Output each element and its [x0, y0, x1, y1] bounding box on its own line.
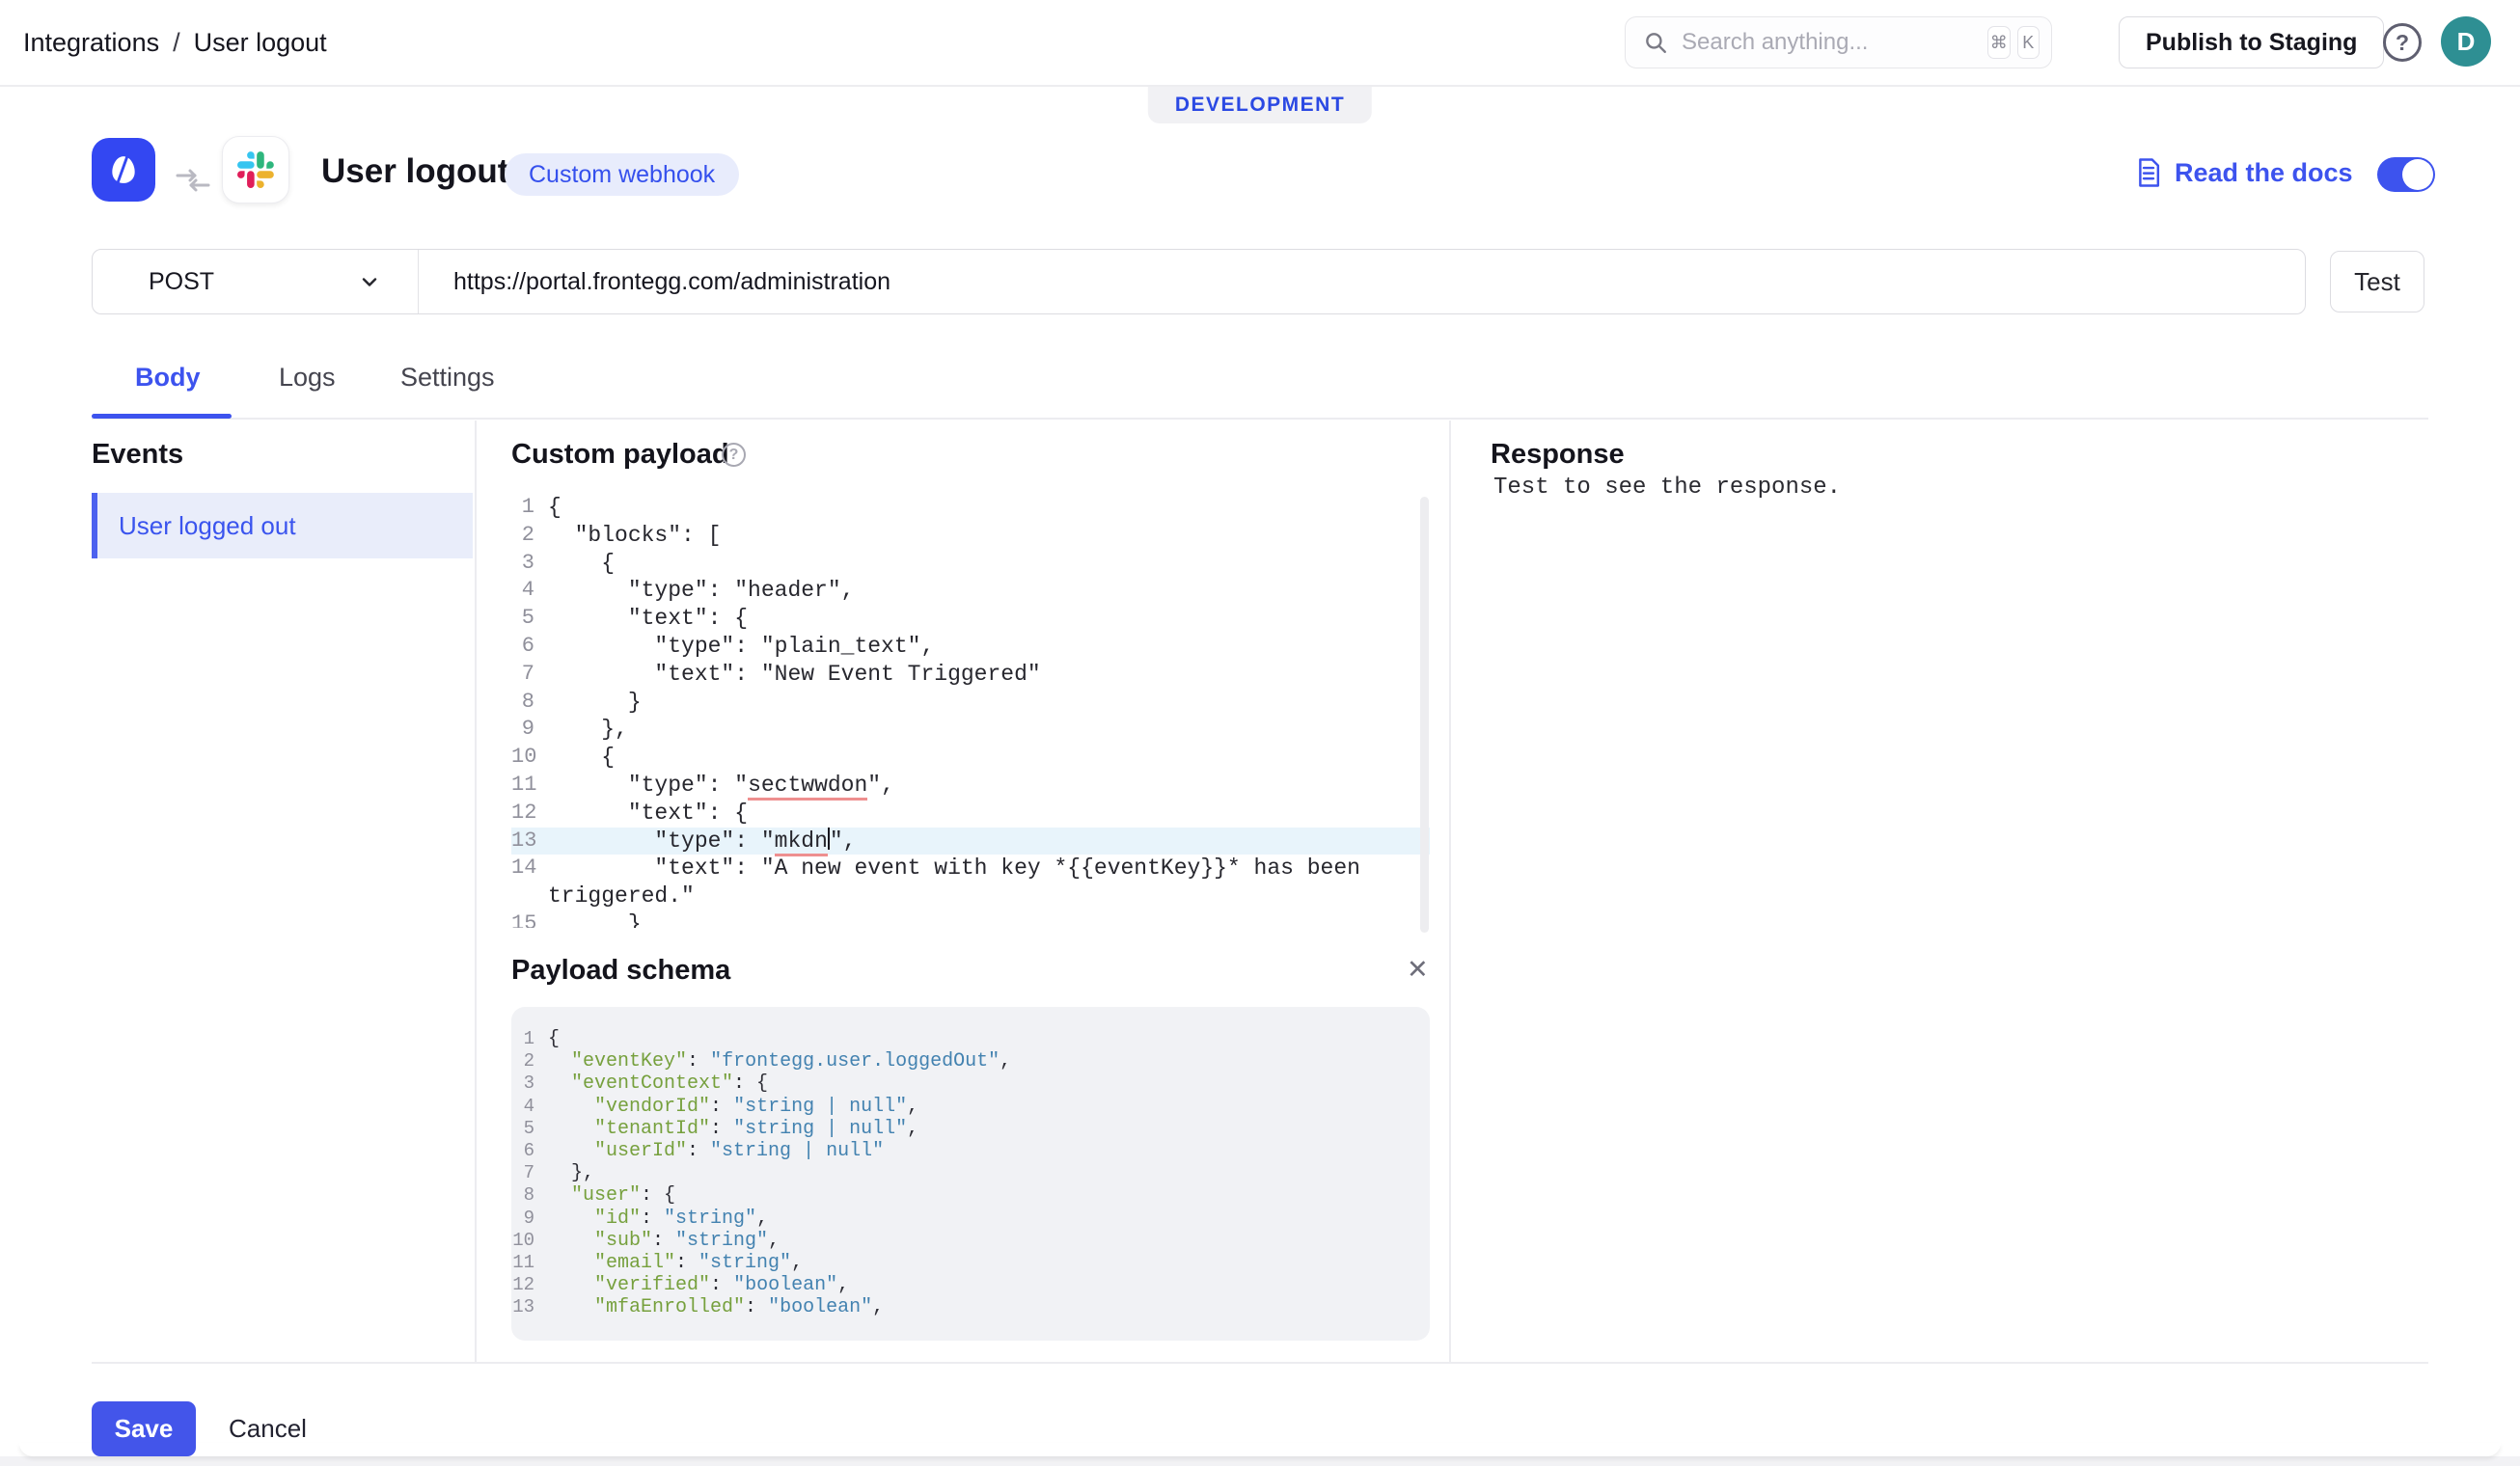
tabs-divider	[92, 418, 2428, 420]
tab-settings[interactable]: Settings	[400, 363, 495, 393]
k-key-badge: K	[2016, 26, 2040, 59]
custom-webhook-badge: Custom webhook	[505, 153, 740, 196]
search-input[interactable]	[1682, 29, 1981, 56]
frontegg-egg-icon	[104, 150, 143, 189]
event-item-user-logged-out[interactable]: User logged out	[92, 493, 473, 558]
frontegg-logo-tile	[92, 138, 155, 202]
events-heading: Events	[92, 439, 184, 470]
slack-logo-tile	[222, 136, 289, 204]
custom-payload-heading: Custom payload	[511, 439, 729, 470]
response-panel-divider	[1449, 421, 1451, 1362]
breadcrumb-separator: /	[173, 27, 180, 57]
response-placeholder-text: Test to see the response.	[1493, 475, 1842, 501]
method-select[interactable]: POST	[93, 250, 419, 313]
payload-editor[interactable]: 1{2 "blocks": [3 {4 "type": "header", 5 "…	[511, 494, 1430, 928]
tab-body[interactable]: Body	[135, 363, 201, 393]
chevron-down-icon	[358, 270, 381, 293]
help-icon[interactable]: ?	[2383, 23, 2422, 62]
payload-help-icon[interactable]: ?	[722, 443, 746, 467]
enabled-toggle[interactable]	[2377, 157, 2435, 192]
publish-to-staging-button[interactable]: Publish to Staging	[2119, 16, 2385, 68]
cancel-button[interactable]: Cancel	[229, 1401, 307, 1456]
connection-arrows-icon	[172, 159, 214, 206]
method-value: POST	[149, 267, 215, 295]
search-icon	[1643, 30, 1668, 55]
url-input[interactable]	[419, 250, 2305, 313]
read-the-docs-label: Read the docs	[2175, 157, 2353, 187]
slack-icon	[237, 151, 274, 188]
close-icon[interactable]: ✕	[1407, 955, 1429, 985]
request-row: POST	[92, 249, 2306, 314]
schema-code-rows: 1{2 "eventKey": "frontegg.user.loggedOut…	[512, 1028, 1012, 1319]
topbar: Integrations / User logout ⌘ K Publish t…	[0, 0, 2520, 85]
environment-badge: DEVELOPMENT	[1147, 87, 1373, 123]
page-title: User logout	[321, 152, 509, 190]
payload-schema-block: 1{2 "eventKey": "frontegg.user.loggedOut…	[511, 1007, 1430, 1341]
payload-code-rows: 1{2 "blocks": [3 {4 "type": "header", 5 "…	[511, 494, 1430, 928]
active-tab-underline	[92, 414, 232, 419]
card-bottom-edge	[19, 1443, 2501, 1456]
payload-schema-heading: Payload schema	[511, 955, 731, 986]
payload-editor-scrollbar[interactable]	[1420, 497, 1429, 933]
response-heading: Response	[1491, 439, 1625, 470]
page: Integrations / User logout ⌘ K Publish t…	[0, 0, 2520, 1466]
breadcrumb: Integrations / User logout	[23, 0, 327, 85]
page-background-strip	[0, 1456, 2520, 1466]
toggle-knob	[2402, 159, 2433, 190]
breadcrumb-current: User logout	[193, 27, 327, 57]
test-button[interactable]: Test	[2330, 251, 2424, 312]
breadcrumb-integrations[interactable]: Integrations	[23, 28, 159, 58]
tab-logs[interactable]: Logs	[279, 363, 336, 393]
document-icon	[2134, 157, 2163, 188]
avatar[interactable]: D	[2441, 16, 2491, 67]
events-panel-divider	[475, 421, 477, 1362]
search-box[interactable]: ⌘ K	[1625, 16, 2052, 68]
footer-divider	[92, 1362, 2428, 1364]
save-button[interactable]: Save	[92, 1401, 196, 1456]
read-the-docs-link[interactable]: Read the docs	[2134, 157, 2353, 188]
cmd-key-badge: ⌘	[1987, 26, 2011, 59]
